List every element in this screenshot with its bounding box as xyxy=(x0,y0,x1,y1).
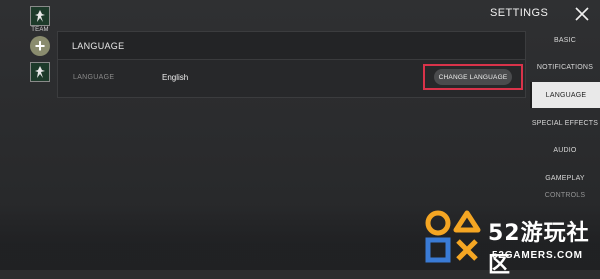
player-figure-icon xyxy=(35,66,45,78)
watermark: 52游玩社区 52GAMERS.COM xyxy=(410,205,600,278)
panel-title: LANGUAGE xyxy=(72,41,125,51)
menu-item-basic[interactable]: BASIC xyxy=(530,27,600,53)
player-figure-icon xyxy=(35,10,45,22)
menu-item-controls[interactable]: CONTROLS xyxy=(530,192,600,202)
menu-item-audio[interactable]: AUDIO xyxy=(530,137,600,163)
menu-item-language[interactable]: LANGUAGE xyxy=(530,82,600,108)
watermark-brand: 52游玩社区 xyxy=(488,221,590,278)
language-row-label: LANGUAGE xyxy=(73,74,115,81)
current-language-value: English xyxy=(162,73,189,82)
menu-item-special-effects[interactable]: SPECIAL EFFECTS xyxy=(530,110,600,136)
add-teammate-button[interactable]: + xyxy=(30,36,50,56)
team-label: TEAM xyxy=(31,27,49,33)
change-language-button[interactable]: CHANGE LANGUAGE xyxy=(434,69,512,85)
panel-header: LANGUAGE xyxy=(58,32,525,60)
close-icon[interactable] xyxy=(574,6,590,22)
menu-item-notifications[interactable]: NOTIFICATIONS xyxy=(530,54,600,80)
settings-title: SETTINGS xyxy=(490,7,549,19)
teammate-avatar-icon[interactable] xyxy=(30,62,50,82)
watermark-logo-icon xyxy=(425,210,481,263)
menu-item-gameplay[interactable]: GAMEPLAY xyxy=(530,165,600,191)
player-avatar-icon[interactable] xyxy=(30,6,50,26)
language-panel: LANGUAGE LANGUAGE English CHANGE LANGUAG… xyxy=(57,31,526,98)
watermark-url: 52GAMERS.COM xyxy=(492,250,583,261)
